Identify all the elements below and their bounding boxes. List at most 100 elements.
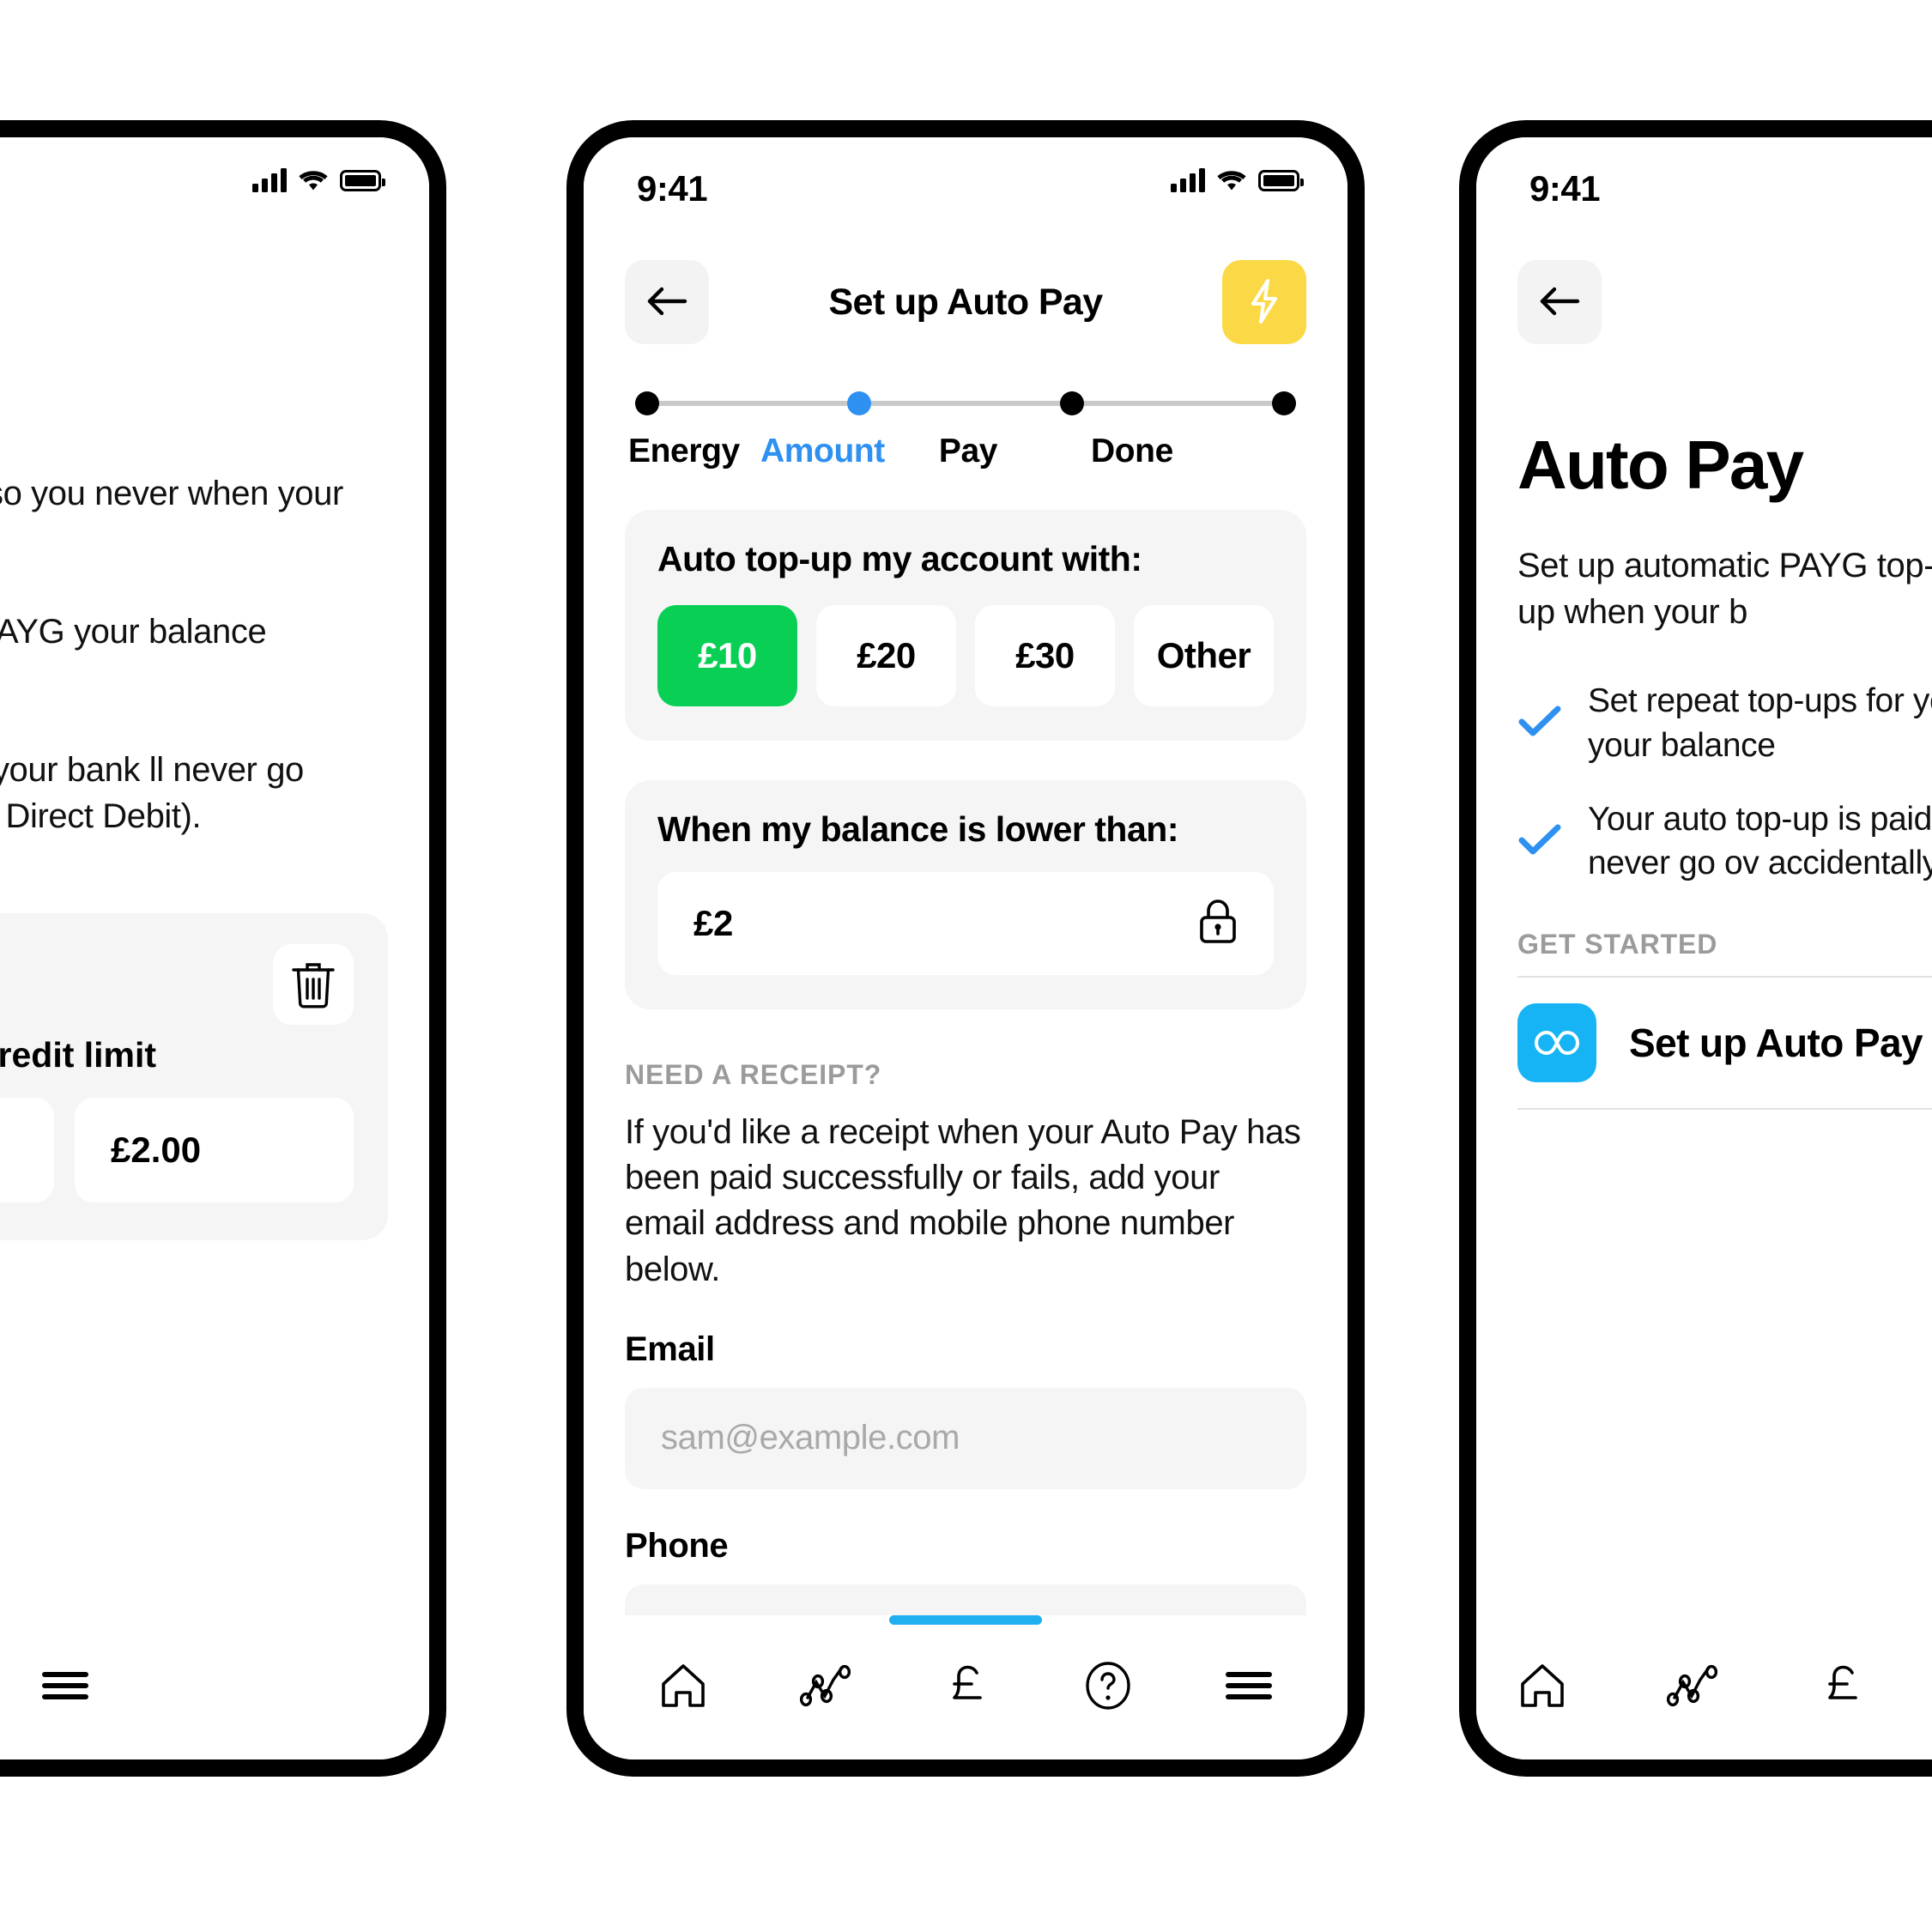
step-label-energy: Energy bbox=[628, 433, 740, 469]
phone-input[interactable] bbox=[625, 1584, 1306, 1615]
status-indicators bbox=[1171, 168, 1304, 192]
step-line-1 bbox=[659, 401, 848, 406]
battery-icon bbox=[340, 169, 385, 191]
tab-help[interactable] bbox=[1083, 1661, 1133, 1715]
tab-balance[interactable] bbox=[1823, 1661, 1868, 1715]
amount-options: £10 £20 £30 Other bbox=[657, 605, 1274, 706]
delete-button[interactable] bbox=[273, 944, 354, 1026]
auto-pay-intro: Set up automatic PAYG top-u forget to to… bbox=[1517, 547, 1932, 632]
credit-limit-card: Credit limit £2.00 bbox=[0, 913, 388, 1241]
phone-middle: 9:41 Set up Auto Pay Energy Amount Pay D… bbox=[566, 120, 1365, 1777]
status-time: 9:41 bbox=[637, 168, 708, 209]
step-label-amount: Amount bbox=[760, 433, 885, 469]
auto-pay-heading: Auto Pay bbox=[1517, 427, 1804, 503]
back-button[interactable] bbox=[1517, 260, 1602, 344]
arrow-left-icon bbox=[1536, 282, 1583, 323]
email-input[interactable]: sam@example.com bbox=[625, 1387, 1306, 1489]
amount-option-10[interactable]: £10 bbox=[657, 605, 797, 706]
phone-right: 9:41 Auto Pay Auto Pay Set up automatic … bbox=[1459, 120, 1932, 1777]
lock-icon bbox=[1196, 897, 1239, 951]
credit-limit-inputs: £2.00 bbox=[0, 1098, 354, 1203]
status-bar-left: 9:41 bbox=[0, 137, 429, 240]
balance-threshold-title: When my balance is lower than: bbox=[657, 809, 1178, 849]
wifi-icon bbox=[299, 169, 328, 191]
check-icon bbox=[1517, 704, 1562, 742]
tab-usage[interactable] bbox=[799, 1664, 857, 1711]
phone-label: Phone bbox=[625, 1526, 729, 1565]
step-dot-energy[interactable] bbox=[635, 391, 659, 415]
page-title: Auto Pay bbox=[1674, 282, 1932, 324]
credit-limit-secondary-field[interactable] bbox=[0, 1098, 54, 1203]
receipt-eyebrow: NEED A RECEIPT? bbox=[625, 1059, 882, 1090]
phone-left: 9:41 Auto Pay c PAYG top-ups so you neve… bbox=[0, 120, 446, 1777]
trash-icon bbox=[290, 959, 336, 1011]
topup-amount-title: Auto top-up my account with: bbox=[657, 539, 1142, 578]
check-icon bbox=[1517, 822, 1562, 861]
tabbar-right bbox=[1476, 1615, 1932, 1759]
step-label-done: Done bbox=[1090, 433, 1173, 469]
benefit-text: Set repeat top-ups for yo meter when you… bbox=[1588, 681, 1932, 764]
step-label-pay: Pay bbox=[938, 433, 998, 469]
tab-balance[interactable] bbox=[948, 1661, 992, 1715]
infinity-icon bbox=[1517, 1003, 1596, 1083]
balance-threshold-field[interactable]: £2 bbox=[657, 872, 1274, 975]
credit-limit-label: Credit limit bbox=[0, 1035, 157, 1075]
back-button[interactable] bbox=[625, 260, 709, 344]
benefit-item: Set repeat top-ups for yo meter when you… bbox=[1517, 679, 1932, 768]
screenshot-canvas: 9:41 Auto Pay c PAYG top-ups so you neve… bbox=[0, 0, 1932, 1932]
step-dot-done[interactable] bbox=[1271, 391, 1296, 415]
step-dot-pay[interactable] bbox=[1059, 391, 1084, 415]
energy-boost-button[interactable] bbox=[1222, 260, 1306, 344]
content-left: c PAYG top-ups so you never when your ba… bbox=[0, 360, 429, 1615]
progress-stepper: Energy Amount Pay Done bbox=[628, 391, 1296, 470]
step-line-2 bbox=[871, 401, 1060, 406]
pound-icon bbox=[1823, 1661, 1868, 1715]
tab-home[interactable] bbox=[1517, 1662, 1567, 1714]
section-label-get-started: GET STARTED bbox=[1517, 929, 1718, 960]
tabbar-mid bbox=[584, 1615, 1348, 1759]
navbar-left: Auto Pay bbox=[0, 240, 429, 360]
amount-option-20[interactable]: £20 bbox=[816, 605, 956, 706]
arrow-left-icon bbox=[644, 282, 690, 323]
pound-icon bbox=[948, 1661, 992, 1715]
lightning-bolt-icon bbox=[1245, 276, 1284, 329]
benefits-list: Set repeat top-ups for yo meter when you… bbox=[1517, 679, 1932, 886]
status-bar-right: 9:41 bbox=[1476, 137, 1932, 240]
balance-threshold-card: When my balance is lower than: £2 bbox=[625, 780, 1306, 1009]
cellular-signal-icon bbox=[252, 168, 287, 192]
credit-limit-value-field[interactable]: £2.00 bbox=[75, 1098, 354, 1203]
amount-option-30[interactable]: £30 bbox=[975, 605, 1115, 706]
wifi-icon bbox=[1217, 169, 1246, 191]
intro-paragraph-3: p-up is paid with your bank ll never go … bbox=[0, 750, 304, 835]
step-dot-amount[interactable] bbox=[847, 391, 872, 415]
content-mid: Energy Amount Pay Done Auto top-up my ac… bbox=[584, 360, 1348, 1615]
email-label: Email bbox=[625, 1329, 715, 1368]
usage-chart-icon bbox=[1666, 1664, 1723, 1711]
home-icon bbox=[658, 1662, 708, 1714]
tab-home[interactable] bbox=[658, 1662, 708, 1714]
home-icon bbox=[1517, 1662, 1567, 1714]
list-item-set-up-auto-pay[interactable]: Set up Auto Pay bbox=[1517, 976, 1932, 1111]
stepper-labels: Energy Amount Pay Done bbox=[628, 433, 1296, 470]
usage-chart-icon bbox=[799, 1664, 857, 1711]
tab-menu[interactable] bbox=[1225, 1668, 1273, 1708]
screen-set-up-auto-pay: 9:41 Set up Auto Pay Energy Amount Pay D… bbox=[584, 137, 1348, 1759]
menu-icon bbox=[1225, 1668, 1273, 1708]
status-bar-mid: 9:41 bbox=[584, 137, 1348, 240]
home-indicator bbox=[889, 1615, 1042, 1625]
menu-icon bbox=[41, 1668, 89, 1708]
tab-usage[interactable] bbox=[1666, 1664, 1723, 1711]
screen-left: 9:41 Auto Pay c PAYG top-ups so you neve… bbox=[0, 137, 429, 1759]
screen-auto-pay-overview: 9:41 Auto Pay Auto Pay Set up automatic … bbox=[1476, 137, 1932, 1759]
topup-amount-card: Auto top-up my account with: £10 £20 £30… bbox=[625, 510, 1306, 741]
intro-paragraph-2: op-ups for your PAYG your balance reache… bbox=[0, 612, 267, 651]
battery-icon bbox=[1258, 169, 1304, 191]
benefit-item: Your auto top-up is paid card, so you'll… bbox=[1517, 797, 1932, 887]
tabbar-left bbox=[0, 1615, 429, 1759]
navbar-mid: Set up Auto Pay bbox=[584, 240, 1348, 360]
help-icon bbox=[1083, 1661, 1133, 1715]
benefit-text: Your auto top-up is paid card, so you'll… bbox=[1588, 800, 1932, 882]
amount-option-other[interactable]: Other bbox=[1134, 605, 1274, 706]
tab-menu[interactable] bbox=[41, 1668, 89, 1708]
stepper-track bbox=[635, 391, 1296, 415]
